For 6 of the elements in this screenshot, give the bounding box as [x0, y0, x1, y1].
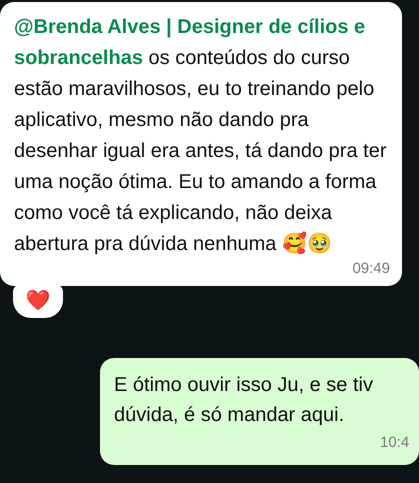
message-text: E ótimo ouvir isso Ju, e se tiv: [114, 373, 373, 398]
message-text: @Brenda Alves | Designer de cílios e sobrancelhas os conteúdos do curso estão maravilhosos, eu to treinando pelo aplicativo, mesmo não dando pra desenhar igual era antes, tá dando pra ter uma noção ótima. Eu to amando a forma como você tá explicando, não deixa abertura pra dúvida nenhuma 🥰🥹: [14, 15, 388, 257]
message-text: dúvida, é só mandar aqui.: [114, 403, 344, 428]
reaction-badge[interactable]: ❤: [13, 284, 63, 318]
message-time: 09:49: [352, 260, 390, 278]
message-time: 10:4: [380, 433, 410, 453]
